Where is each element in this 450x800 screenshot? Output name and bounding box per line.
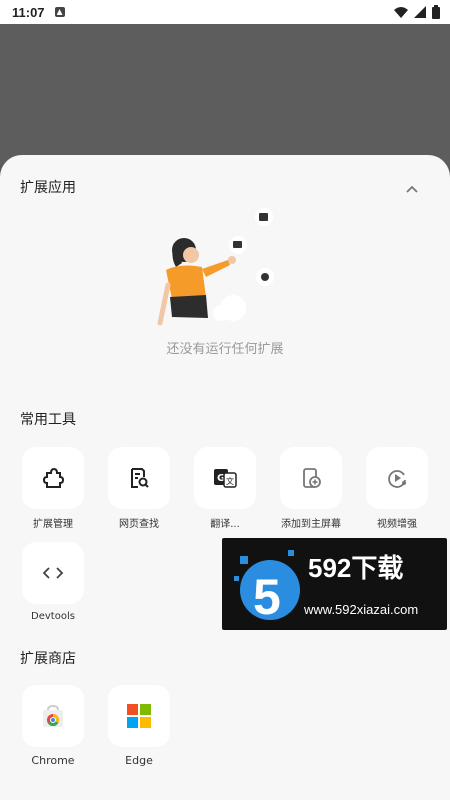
tool-add-to-home[interactable] bbox=[280, 447, 342, 509]
svg-text:5: 5 bbox=[253, 569, 281, 625]
edge-store-icon bbox=[127, 704, 151, 728]
status-bar: 11:07 bbox=[0, 0, 450, 24]
tools-section-title: 常用工具 bbox=[20, 412, 76, 428]
watermark-banner: 5 592下载 www.592xiazai.com bbox=[222, 538, 447, 630]
empty-state-illustration bbox=[157, 208, 274, 326]
tool-page-search[interactable] bbox=[108, 447, 170, 509]
store-label: Chrome bbox=[31, 754, 75, 767]
chevron-up-icon[interactable] bbox=[406, 181, 418, 197]
empty-state-text: 还没有运行任何扩展 bbox=[166, 342, 284, 357]
translate-icon: G文 bbox=[214, 469, 237, 488]
store-chrome[interactable] bbox=[22, 685, 84, 747]
dimmed-background[interactable] bbox=[0, 24, 450, 164]
store-edge[interactable] bbox=[108, 685, 170, 747]
extensions-section-title: 扩展应用 bbox=[20, 180, 76, 196]
chrome-store-icon bbox=[43, 704, 63, 727]
code-icon bbox=[42, 567, 64, 579]
tool-label: Devtools bbox=[31, 611, 75, 622]
watermark-logo: 5 bbox=[234, 550, 300, 625]
tool-label: 视频增强 bbox=[377, 519, 417, 530]
tool-translate[interactable]: G文 bbox=[194, 447, 256, 509]
notification-icon bbox=[54, 7, 65, 17]
battery-icon bbox=[432, 5, 440, 19]
status-time: 11:07 bbox=[12, 4, 45, 20]
tool-label: 翻译... bbox=[210, 519, 240, 530]
signal-icon bbox=[414, 6, 426, 18]
tool-video-enhance[interactable] bbox=[366, 447, 428, 509]
svg-text:文: 文 bbox=[226, 476, 234, 486]
store-section-title: 扩展商店 bbox=[20, 651, 76, 667]
extensions-bottom-sheet: 扩展应用 还没有运行任何扩展 常用工具 扩展管理 网页查找 G文 翻译... 添… bbox=[0, 155, 450, 800]
page-search-icon bbox=[131, 468, 149, 488]
store-label: Edge bbox=[125, 754, 153, 767]
video-enhance-icon bbox=[388, 470, 406, 488]
tool-devtools[interactable] bbox=[22, 542, 84, 604]
tool-extension-manager[interactable] bbox=[22, 447, 84, 509]
tool-label: 添加到主屏幕 bbox=[281, 519, 341, 530]
tool-label: 网页查找 bbox=[119, 519, 159, 530]
watermark-title: 592下载 bbox=[308, 553, 404, 583]
watermark-url: www.592xiazai.com bbox=[304, 602, 419, 617]
puzzle-icon bbox=[42, 467, 64, 488]
tool-label: 扩展管理 bbox=[33, 519, 73, 530]
add-to-home-icon bbox=[303, 468, 321, 488]
wifi-icon bbox=[394, 7, 408, 18]
